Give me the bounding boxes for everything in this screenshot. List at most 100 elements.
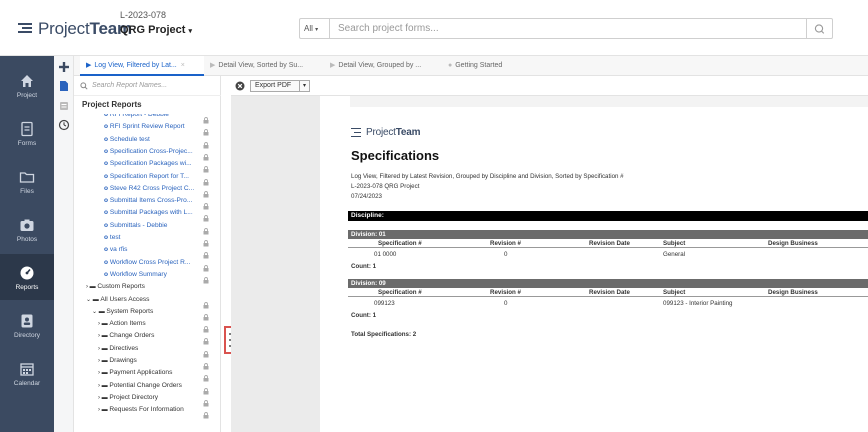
lock-icon bbox=[203, 406, 209, 424]
project-selector[interactable]: QRG Project ▾ bbox=[120, 24, 192, 36]
tree-label: Project Directory bbox=[109, 393, 159, 401]
report-link[interactable]: o Submittal Packages with L... bbox=[104, 206, 200, 219]
report-link[interactable]: o Schedule test bbox=[104, 133, 200, 146]
tree-folder[interactable]: › ▬ Payment Applications bbox=[98, 366, 200, 379]
search-icon bbox=[80, 82, 88, 90]
search-icon bbox=[814, 24, 825, 34]
report-link[interactable]: o Workflow Summary bbox=[104, 268, 200, 281]
viewer-toolbar bbox=[231, 76, 868, 96]
tab-detail-sorted[interactable]: ▶ Detail View, Sorted by Su... bbox=[206, 56, 324, 76]
nav-reports[interactable]: Reports bbox=[0, 254, 54, 300]
report-link[interactable]: o test bbox=[104, 231, 200, 244]
tree-label: Schedule test bbox=[109, 135, 150, 143]
tree-label: Custom Reports bbox=[97, 283, 145, 291]
tree-label: All Users Access bbox=[100, 295, 150, 303]
report-link[interactable]: o Specification Packages wi... bbox=[104, 157, 200, 170]
tree-folder[interactable]: › ▬ Potential Change Orders bbox=[98, 379, 200, 392]
report-link[interactable]: o Steve R42 Cross Project C... bbox=[104, 182, 200, 195]
close-icon[interactable]: × bbox=[181, 62, 185, 69]
close-circle-icon[interactable] bbox=[235, 81, 245, 91]
nav-directory[interactable]: Directory bbox=[0, 302, 54, 348]
tree-label: Specification Cross-Projec... bbox=[109, 147, 193, 155]
report-link[interactable]: o Specification Report for T... bbox=[104, 170, 200, 183]
tab-detail-grouped[interactable]: ▶ Detail View, Grouped by ... bbox=[326, 56, 438, 76]
dashboard-icon bbox=[20, 266, 34, 280]
tree-label: Drawings bbox=[109, 357, 137, 364]
nav-project[interactable]: Project bbox=[0, 62, 54, 108]
tree-folder[interactable]: › ▬ Drawings bbox=[98, 354, 200, 367]
folder-icon: › ▬ bbox=[98, 382, 110, 389]
report-link[interactable]: o Specification Cross-Projec... bbox=[104, 145, 200, 158]
list-icon[interactable] bbox=[58, 100, 70, 112]
report-date: 07/24/2023 bbox=[351, 193, 382, 200]
tree-folder[interactable]: › ▬ Action Items bbox=[98, 317, 200, 330]
tree-label: Submittal Items Cross-Pro... bbox=[109, 197, 193, 205]
contact-icon bbox=[21, 314, 33, 328]
tab-getting-started[interactable]: ● Getting Started bbox=[444, 56, 534, 76]
history-icon[interactable] bbox=[58, 119, 70, 131]
app-logo[interactable]: ProjectTeam bbox=[18, 19, 132, 39]
tree-label: Directives bbox=[109, 344, 139, 352]
add-icon[interactable] bbox=[58, 61, 70, 73]
tree-label: Change Orders bbox=[109, 332, 155, 340]
report-project: L-2023-078 QRG Project bbox=[351, 183, 420, 190]
tree-label: test bbox=[109, 234, 121, 241]
tree-folder[interactable]: › ▬ Change Orders bbox=[98, 329, 200, 342]
tab-log-view[interactable]: ▶ Log View, Filtered by Lat... × bbox=[80, 56, 204, 76]
folder-icon: › ▬ bbox=[86, 284, 98, 291]
division-count: Count: 1 bbox=[351, 312, 377, 319]
report-link[interactable]: o Submittal Items Cross-Pro... bbox=[104, 194, 200, 207]
app-header: ProjectTeam L-2023-078 QRG Project ▾ All… bbox=[0, 0, 868, 56]
report-title: Specifications bbox=[351, 148, 440, 163]
page-header-band bbox=[350, 96, 868, 107]
report-link[interactable]: o Submittals - Debbie bbox=[104, 219, 200, 232]
discipline-bar: Discipline: bbox=[348, 211, 868, 221]
tree-label: Potential Change Orders bbox=[109, 381, 182, 389]
tree-folder[interactable]: ⌄ ▬ System Reports bbox=[92, 305, 200, 318]
tree-label: Submittal Packages with L... bbox=[109, 209, 193, 217]
folder-icon: ⌄ ▬ bbox=[92, 308, 107, 315]
project-reports-heading: Project Reports bbox=[82, 100, 142, 109]
total-count: Total Specifications: 2 bbox=[351, 331, 417, 338]
tree-folder[interactable]: › ▬ Requests For Information bbox=[98, 403, 200, 416]
logo-icon bbox=[351, 127, 362, 138]
document-icon[interactable] bbox=[58, 80, 70, 92]
tree-folder[interactable]: ⌄ ▬ All Users Access bbox=[86, 293, 200, 306]
nav-photos[interactable]: Photos bbox=[0, 206, 54, 252]
tree-label: Specification Packages wi... bbox=[109, 160, 192, 168]
report-tools-column bbox=[54, 56, 74, 432]
report-link[interactable]: o va rfis bbox=[104, 243, 200, 256]
play-icon: ▶ bbox=[210, 62, 216, 69]
report-search-input[interactable]: Search Report Names... bbox=[74, 76, 221, 96]
table-header: Specification # Revision # Revision Date… bbox=[348, 240, 868, 248]
division-count: Count: 1 bbox=[351, 263, 377, 270]
nav-calendar[interactable]: Calendar bbox=[0, 350, 54, 396]
folder-icon: › ▬ bbox=[98, 394, 110, 401]
tree-folder[interactable]: › ▬ Project Directory bbox=[98, 391, 200, 404]
folder-icon: › ▬ bbox=[98, 321, 110, 328]
folder-icon: › ▬ bbox=[98, 345, 110, 352]
panel-splitter[interactable] bbox=[221, 76, 231, 432]
tree-folder[interactable]: › ▬ Custom Reports bbox=[86, 280, 200, 293]
left-navigation: Project Forms Files Photos Reports Direc… bbox=[0, 56, 54, 432]
camera-icon bbox=[20, 219, 34, 231]
calendar-icon bbox=[20, 363, 34, 376]
folder-icon bbox=[19, 172, 35, 183]
tree-label: va rfis bbox=[109, 246, 128, 254]
search-input[interactable]: Search project forms... bbox=[329, 18, 807, 39]
report-link[interactable]: o RFI Sprint Review Report bbox=[104, 120, 200, 133]
search-scope-select[interactable]: All ▾ bbox=[299, 18, 329, 39]
nav-forms[interactable]: Forms bbox=[0, 110, 54, 156]
report-subtitle: Log View, Filtered by Latest Revision, G… bbox=[351, 173, 624, 180]
nav-files[interactable]: Files bbox=[0, 158, 54, 204]
tree-label: RFI Sprint Review Report bbox=[109, 123, 185, 131]
search-button[interactable] bbox=[807, 18, 833, 39]
chevron-down-icon: ▾ bbox=[188, 28, 192, 35]
export-dropdown-button[interactable]: ▾ bbox=[300, 80, 310, 92]
folder-icon: › ▬ bbox=[98, 407, 110, 414]
report-link[interactable]: o Workflow Cross Project R... bbox=[104, 256, 200, 269]
tree-folder[interactable]: › ▬ Directives bbox=[98, 342, 200, 355]
division-bar: Division: 01 bbox=[348, 230, 868, 239]
viewer-gutter bbox=[231, 96, 320, 432]
export-pdf-button[interactable]: Export PDF bbox=[250, 80, 300, 92]
